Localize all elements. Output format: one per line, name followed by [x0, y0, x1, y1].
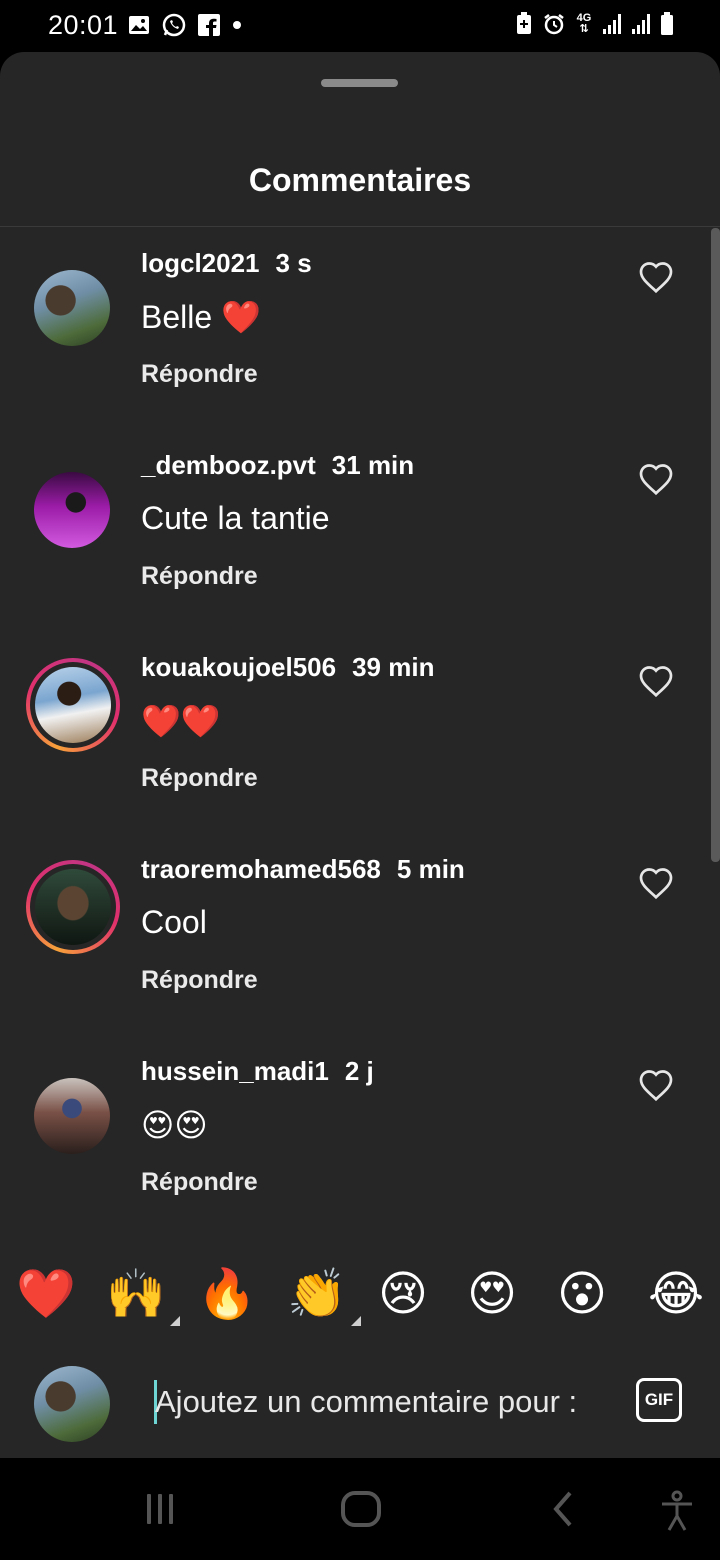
- avatar[interactable]: [26, 464, 120, 558]
- emoji-surprised[interactable]: 😮: [557, 1262, 607, 1328]
- battery-icon: [661, 12, 673, 35]
- comment-username[interactable]: hussein_madi1: [141, 1056, 329, 1086]
- comment-time: 39 min: [352, 652, 435, 682]
- comment-item: traoremohamed568 5 min Cool Répondre: [0, 854, 720, 1060]
- reply-button[interactable]: Répondre: [141, 764, 258, 793]
- comment-header: logcl2021 3 s: [141, 248, 312, 279]
- comment-header: kouakoujoel506 39 min: [141, 652, 434, 683]
- alarm-icon: [544, 14, 564, 35]
- dot-icon: [233, 21, 241, 29]
- heart-icon[interactable]: [638, 1068, 674, 1102]
- heart-icon[interactable]: [638, 664, 674, 698]
- page-title: Commentaires: [248, 162, 472, 198]
- signal-icon: [603, 14, 621, 34]
- comment-item: hussein_madi1 2 j 😍😍 Répondre: [0, 1056, 720, 1270]
- avatar: [34, 1366, 110, 1442]
- emoji-quick-bar: ❤️ 🙌 🔥 👏 😢 😍 😮 😂: [0, 1262, 720, 1328]
- emoji-heart[interactable]: ❤️: [16, 1262, 76, 1328]
- comment-username[interactable]: kouakoujoel506: [141, 652, 336, 682]
- comment-time: 2 j: [344, 1056, 374, 1086]
- comment-time: 5 min: [396, 854, 465, 884]
- comment-item: _dembooz.pvt 31 min Cute la tantie Répond…: [0, 450, 720, 664]
- comment-header: _dembooz.pvt 31 min: [141, 450, 414, 481]
- comment-header: hussein_madi1 2 j: [141, 1056, 374, 1087]
- comment-text: 😍😍: [141, 1107, 208, 1143]
- status-left-icons: [127, 12, 243, 38]
- skin-tone-indicator: [169, 1316, 180, 1326]
- divider: [0, 226, 720, 227]
- reply-button[interactable]: Répondre: [141, 360, 258, 389]
- emoji-crying[interactable]: 😢: [378, 1262, 428, 1328]
- emoji-joy[interactable]: 😂: [648, 1262, 704, 1328]
- reply-button[interactable]: Répondre: [141, 1168, 258, 1197]
- emoji-fire[interactable]: 🔥: [197, 1262, 257, 1328]
- comment-username[interactable]: traoremohamed568: [141, 854, 381, 884]
- accessibility-icon[interactable]: [658, 1490, 696, 1532]
- back-icon[interactable]: [548, 1490, 578, 1528]
- gif-button[interactable]: GIF: [636, 1378, 682, 1422]
- reply-button[interactable]: Répondre: [141, 562, 258, 591]
- emoji-heart-eyes[interactable]: 😍: [467, 1262, 517, 1328]
- home-icon[interactable]: [340, 1490, 382, 1528]
- comment-item: logcl2021 3 s Belle ❤️ Répondre: [0, 248, 720, 462]
- status-time: 20:01: [48, 10, 119, 40]
- drag-handle[interactable]: [321, 79, 398, 87]
- avatar[interactable]: [26, 262, 120, 356]
- skin-tone-indicator: [350, 1316, 361, 1326]
- avatar[interactable]: [26, 1070, 120, 1164]
- comment-text: ❤️❤️: [141, 703, 221, 739]
- heart-icon[interactable]: [638, 260, 674, 294]
- status-bar: 20:01 4G ⇅: [0, 0, 720, 52]
- emoji-clap[interactable]: 👏: [287, 1262, 361, 1328]
- recent-apps-icon[interactable]: [142, 1490, 178, 1526]
- comment-time: 31 min: [331, 450, 415, 480]
- comment-header: traoremohamed568 5 min: [141, 854, 465, 885]
- heart-icon[interactable]: [638, 866, 674, 900]
- comment-time: 3 s: [275, 248, 312, 278]
- comments-sheet: Commentaires logcl2021 3 s Belle ❤️ Répon…: [0, 52, 720, 1458]
- comment-input[interactable]: [155, 1380, 601, 1424]
- gallery-icon: [129, 16, 149, 34]
- avatar[interactable]: [26, 658, 120, 752]
- comment-item: kouakoujoel506 39 min ❤️❤️ Répondre: [0, 652, 720, 858]
- status-right-icons: 4G ⇅: [515, 12, 674, 36]
- comment-text: Cute la tantie: [141, 500, 330, 536]
- whatsapp-icon: [162, 13, 186, 37]
- comment-compose: GIF: [0, 1350, 720, 1458]
- comment-text: Belle ❤️: [141, 299, 261, 335]
- emoji-raised-hands[interactable]: 🙌: [106, 1262, 180, 1328]
- signal-icon: [632, 14, 650, 34]
- avatar[interactable]: [26, 860, 120, 954]
- comment-text: Cool: [141, 904, 207, 940]
- battery-saver-icon: [517, 12, 531, 34]
- comment-username[interactable]: _dembooz.pvt: [141, 450, 316, 480]
- facebook-icon: [198, 14, 220, 36]
- comment-username[interactable]: logcl2021: [141, 248, 260, 278]
- reply-button[interactable]: Répondre: [141, 966, 258, 995]
- navigation-bar: [0, 1458, 720, 1560]
- heart-icon[interactable]: [638, 462, 674, 496]
- network-4g-icon: 4G ⇅: [576, 12, 592, 35]
